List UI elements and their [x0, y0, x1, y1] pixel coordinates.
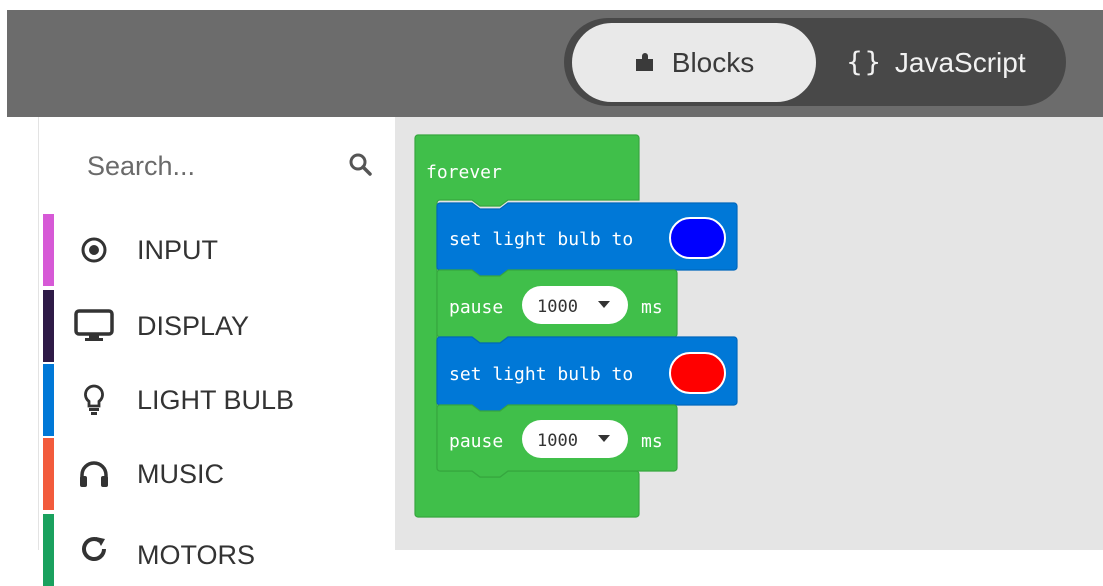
pause-unit: ms [641, 297, 663, 318]
monitor-icon [73, 305, 115, 347]
category-label: INPUT [137, 234, 218, 265]
category-label: LIGHT BULB [137, 384, 295, 415]
category-label: MUSIC [137, 458, 224, 489]
category-display[interactable]: DISPLAY [43, 290, 395, 362]
set-light-bulb-block[interactable]: set light bulb to [436, 202, 738, 277]
pause-label: pause [449, 431, 503, 452]
category-color-bar [43, 364, 54, 436]
top-bar: Blocks {} JavaScript [0, 0, 1103, 117]
set-light-bulb-block[interactable]: set light bulb to [436, 336, 738, 412]
toolbox: INPUT DISPLAY LIGHT BULB [7, 117, 395, 586]
category-music[interactable]: MUSIC [43, 438, 395, 510]
radio-button-icon [73, 229, 115, 271]
tab-javascript-label: JavaScript [894, 46, 1026, 78]
category-label: MOTORS [137, 540, 256, 570]
set-light-bulb-label: set light bulb to [449, 364, 633, 385]
pause-block[interactable]: pause 1000 ms [436, 269, 678, 344]
braces-icon: {} [846, 47, 883, 78]
category-input[interactable]: INPUT [43, 214, 395, 286]
refresh-icon [73, 528, 115, 570]
category-color-bar [43, 290, 54, 362]
headphones-icon [73, 453, 115, 495]
search-icon[interactable] [348, 152, 372, 181]
category-motors[interactable]: MOTORS [43, 514, 395, 586]
color-picker-blue[interactable] [669, 217, 726, 259]
duration-value: 1000 [537, 297, 578, 317]
search-input[interactable] [87, 150, 307, 182]
tab-blocks[interactable]: Blocks [572, 23, 816, 102]
pause-unit: ms [641, 431, 663, 452]
duration-value: 1000 [537, 431, 578, 451]
lightbulb-icon [73, 379, 115, 421]
category-color-bar [43, 438, 54, 510]
set-light-bulb-label: set light bulb to [449, 229, 633, 250]
tab-javascript[interactable]: {} JavaScript [818, 23, 1054, 102]
blocks-canvas: forever set light bulb to pause 1000 ms … [414, 134, 738, 518]
category-light-bulb[interactable]: LIGHT BULB [43, 364, 395, 436]
search-box [87, 141, 372, 191]
category-label: DISPLAY [137, 310, 250, 341]
tab-blocks-label: Blocks [671, 46, 755, 78]
puzzle-icon [634, 47, 656, 79]
category-color-bar [43, 214, 54, 286]
pause-label: pause [449, 297, 503, 318]
toolbox-divider [38, 117, 39, 550]
blocks-workspace[interactable]: forever set light bulb to pause 1000 ms … [395, 117, 1103, 550]
category-color-bar [43, 514, 54, 586]
color-picker-red[interactable] [669, 352, 726, 394]
pause-block[interactable]: pause 1000 ms [436, 404, 678, 478]
forever-label: forever [426, 162, 502, 183]
